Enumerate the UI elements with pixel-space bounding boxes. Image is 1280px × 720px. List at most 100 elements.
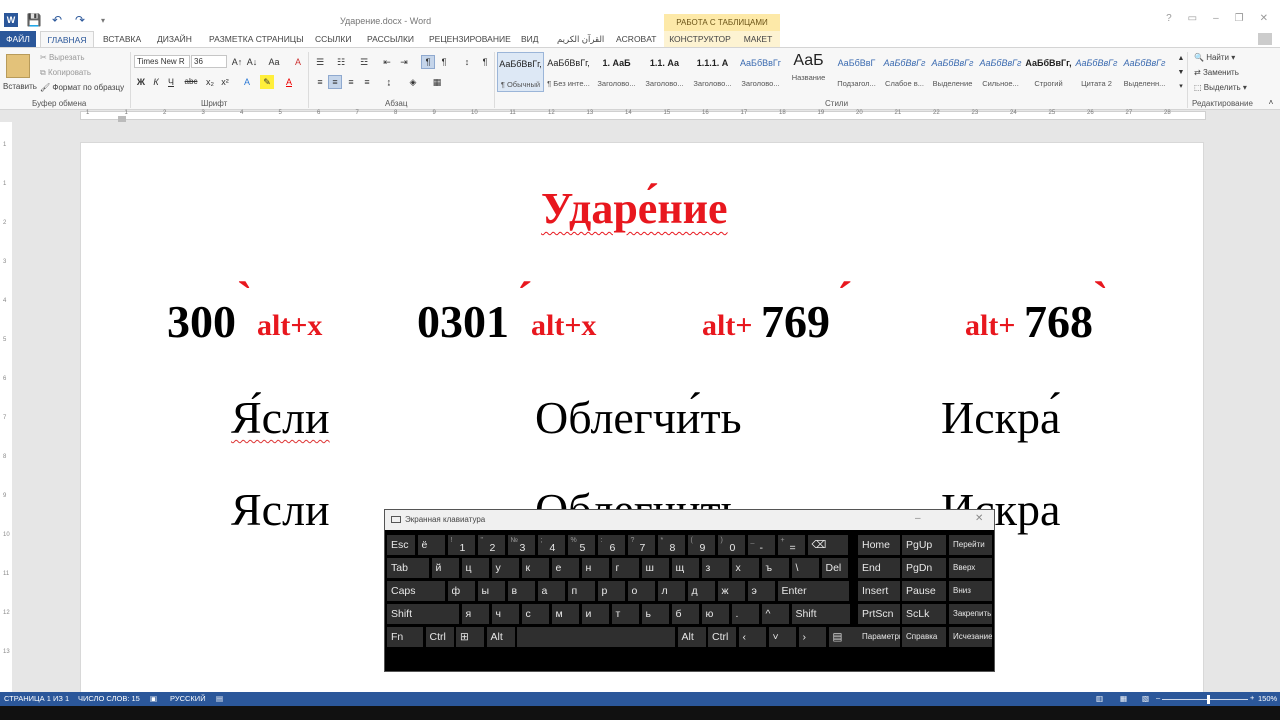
key-row3-10[interactable]: ж <box>717 581 745 601</box>
key-row3-9[interactable]: д <box>687 581 715 601</box>
align-center-icon[interactable]: ≡ <box>328 75 342 89</box>
style-tile[interactable]: АаБбВвГг, ¶ Без инте... <box>545 52 592 92</box>
zoom-level[interactable]: 150% <box>1258 694 1277 703</box>
font-color-icon[interactable]: A <box>282 75 296 89</box>
bold-button[interactable]: Ж <box>134 75 148 89</box>
key-row2-8[interactable]: ш <box>641 558 669 578</box>
multilevel-list-icon[interactable]: ☲ <box>357 55 371 69</box>
numbering-icon[interactable]: ☷ <box>334 55 348 69</box>
style-tile[interactable]: АаБбВвГ Подзагол... <box>833 52 880 92</box>
key-row5-3[interactable]: Alt <box>486 627 515 647</box>
key-row3-7[interactable]: о <box>627 581 655 601</box>
key-nav-1-2[interactable]: Вверх <box>949 558 992 578</box>
collapse-ribbon-icon[interactable]: ˄ <box>1264 96 1278 110</box>
tab-table-layout[interactable]: МАКЕТ <box>736 31 780 47</box>
key-nav-1-1[interactable]: PgDn <box>902 558 946 578</box>
key-row2-2[interactable]: ц <box>461 558 489 578</box>
key-row4-5[interactable]: и <box>581 604 609 624</box>
replace-button[interactable]: ⇄ Заменить <box>1194 68 1239 77</box>
key-11[interactable]: ) 0 <box>717 535 745 555</box>
align-left-icon[interactable]: ≡ <box>313 75 327 89</box>
restore-icon[interactable]: ❐ <box>1235 13 1244 24</box>
vertical-ruler[interactable]: 1 1 2 3 4 5 6 7 8 9 10 11 12 13 <box>0 122 12 692</box>
cut-button[interactable]: ✂ Вырезать <box>40 53 85 62</box>
key-7[interactable]: :6 <box>597 535 625 555</box>
indent-marker-icon[interactable] <box>118 116 126 122</box>
key-row5-7[interactable]: ‹ <box>738 627 766 647</box>
key-row4-8[interactable]: б <box>671 604 699 624</box>
style-tile[interactable]: 1. АаБ Заголово... <box>593 52 640 92</box>
tab-design[interactable]: ДИЗАЙН <box>157 31 192 47</box>
style-tile[interactable]: АаБбВвГг Выделенн... <box>1121 52 1168 92</box>
shading-icon[interactable]: ◈ <box>406 75 420 89</box>
close-icon[interactable]: ✕ <box>1260 13 1268 24</box>
read-mode-icon[interactable]: ▥ <box>1096 694 1103 703</box>
key-row3-0[interactable]: Caps <box>387 581 445 601</box>
key-row2-14[interactable]: Del <box>821 558 848 578</box>
ltr-icon[interactable]: ¶ <box>421 55 435 69</box>
key-3[interactable]: " 2 <box>477 535 505 555</box>
change-case-icon[interactable]: Aa <box>264 55 284 69</box>
key-row2-9[interactable]: щ <box>671 558 699 578</box>
strikethrough-button[interactable]: abc <box>182 75 200 89</box>
highlight-icon[interactable]: ✎ <box>260 75 274 89</box>
tab-acrobat[interactable]: ACROBAT <box>616 31 656 47</box>
horizontal-ruler[interactable]: 1 1 2 3 4 5 6 7 8 9 10 11 12 13 14 15 16 17 18 19 20 21 22 23 24… <box>0 110 1280 122</box>
key-nav-2-1[interactable]: Pause <box>902 581 946 601</box>
zoom-slider[interactable] <box>1162 699 1248 700</box>
key-row2-4[interactable]: к <box>521 558 549 578</box>
key-1[interactable]: ё <box>417 535 445 555</box>
key-row4-6[interactable]: т <box>611 604 639 624</box>
key-nav-3-2[interactable]: Закрепить <box>949 604 992 624</box>
key-row3-11[interactable]: э <box>747 581 775 601</box>
key-row5-1[interactable]: Ctrl <box>425 627 454 647</box>
style-tile[interactable]: АаБбВвГг Заголово... <box>737 52 784 92</box>
tab-file[interactable]: ФАЙЛ <box>0 31 36 47</box>
key-row4-4[interactable]: м <box>551 604 579 624</box>
key-nav-3-1[interactable]: ScLk <box>902 604 946 624</box>
key-nav-2-0[interactable]: Insert <box>858 581 900 601</box>
osk-close-icon[interactable]: ✕ <box>975 513 983 524</box>
gallery-more-icon[interactable]: ▾ <box>1174 80 1188 94</box>
word-count[interactable]: ЧИСЛО СЛОВ: 15 <box>78 694 140 703</box>
line-spacing-icon[interactable]: ↨ <box>382 75 396 89</box>
key-14[interactable]: ⌫ <box>807 535 848 555</box>
key-row2-5[interactable]: е <box>551 558 579 578</box>
key-row4-11[interactable]: ^ <box>761 604 789 624</box>
key-9[interactable]: * 8 <box>657 535 685 555</box>
key-row2-7[interactable]: г <box>611 558 639 578</box>
key-row4-10[interactable]: . <box>731 604 759 624</box>
gallery-down-icon[interactable]: ▼ <box>1174 66 1188 80</box>
key-row5-5[interactable]: Alt <box>677 627 706 647</box>
help-icon[interactable]: ? <box>1166 13 1172 24</box>
format-painter-button[interactable]: 🖌 Формат по образцу <box>40 83 124 92</box>
paste-button[interactable]: Вставить <box>3 82 37 91</box>
minimize-icon[interactable]: – <box>1213 13 1219 24</box>
style-tile[interactable]: АаБ Название <box>785 52 832 92</box>
subscript-button[interactable]: x₂ <box>203 75 217 89</box>
key-row2-10[interactable]: з <box>701 558 729 578</box>
key-nav-4-0[interactable]: Параметры <box>858 627 900 647</box>
key-nav-2-2[interactable]: Вниз <box>949 581 992 601</box>
zoom-slider-thumb[interactable] <box>1207 695 1210 704</box>
key-5[interactable]: ; 4 <box>537 535 565 555</box>
select-button[interactable]: ⬚ Выделить ▾ <box>1194 83 1247 92</box>
tab-insert[interactable]: ВСТАВКА <box>103 31 141 47</box>
language[interactable]: РУССКИЙ <box>170 694 206 703</box>
key-row3-8[interactable]: л <box>657 581 685 601</box>
key-row2-3[interactable]: у <box>491 558 519 578</box>
key-12[interactable]: _ - <box>747 535 775 555</box>
style-tile[interactable]: АаБбВвГг Сильное... <box>977 52 1024 92</box>
font-name-combo[interactable]: Times New R <box>134 55 190 68</box>
undo-icon[interactable]: ↶ <box>50 13 64 27</box>
tab-view[interactable]: ВИД <box>521 31 539 47</box>
key-13[interactable]: + = <box>777 535 805 555</box>
find-button[interactable]: 🔍 Найти ▾ <box>1194 53 1235 62</box>
key-row4-0[interactable]: Shift <box>387 604 459 624</box>
key-row5-9[interactable]: › <box>798 627 826 647</box>
style-tile[interactable]: АаБбВвГг Выделение <box>929 52 976 92</box>
print-layout-icon[interactable]: ▦ <box>1120 694 1127 703</box>
osk-title-bar[interactable]: Экранная клавиатура – ✕ <box>385 510 994 530</box>
copy-button[interactable]: ⧉ Копировать <box>40 68 91 78</box>
key-row3-1[interactable]: ф <box>447 581 475 601</box>
